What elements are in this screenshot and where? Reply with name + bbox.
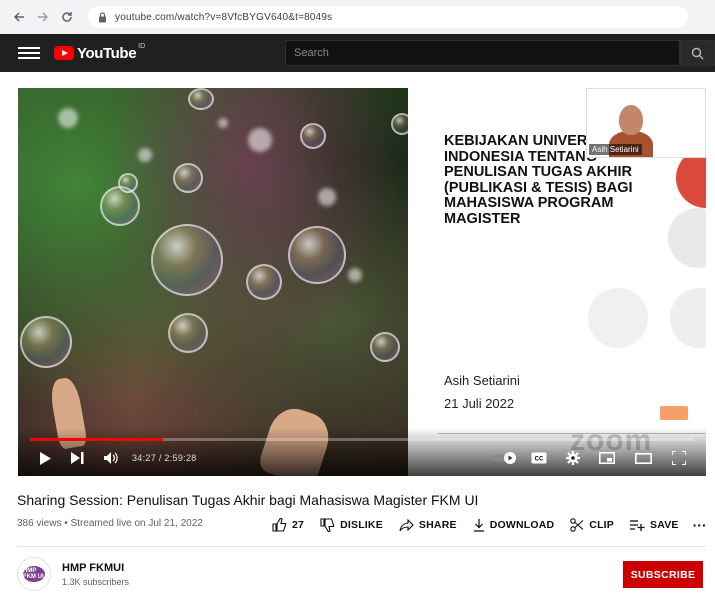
search-placeholder: Search: [294, 47, 329, 59]
progress-bar[interactable]: [30, 438, 694, 441]
channel-name[interactable]: HMP FKMUI: [62, 562, 124, 574]
video-meta: 386 views • Streamed live on Jul 21, 202…: [17, 518, 203, 529]
dislike-label: DISLIKE: [340, 519, 383, 531]
camera-name-label: Asih Setiarini: [589, 144, 642, 155]
captions-button[interactable]: CC: [530, 450, 548, 466]
playlist-add-icon: [630, 520, 645, 531]
video-actions: 27 DISLIKE SHARE DOWNLOAD CLIP SAVE ···: [272, 516, 707, 534]
captions-icon: CC: [531, 452, 547, 464]
clip-label: CLIP: [589, 519, 614, 531]
progress-fill: [30, 438, 163, 441]
slide-presenter: Asih Setiarini: [444, 373, 520, 388]
subscriber-count: 1.3K subscribers: [62, 577, 130, 587]
save-label: SAVE: [650, 519, 679, 531]
svg-text:CC: CC: [535, 457, 544, 463]
browser-toolbar: youtube.com/watch?v=8VfcBYGV640&t=8049s: [0, 0, 715, 34]
video-title: Sharing Session: Penulisan Tugas Akhir b…: [17, 492, 479, 508]
bubbles-photo: [18, 88, 413, 476]
logo-country-code: ID: [138, 42, 146, 50]
hamburger-menu-icon[interactable]: [18, 47, 40, 59]
player-controls: 34:27 / 2:59:28 CC: [18, 428, 706, 476]
search-button[interactable]: [680, 40, 715, 66]
share-label: SHARE: [418, 519, 457, 531]
time-display: 34:27 / 2:59:28: [132, 453, 197, 463]
dislike-button[interactable]: DISLIKE: [320, 518, 383, 532]
fullscreen-button[interactable]: [670, 450, 688, 466]
forward-arrow-icon[interactable]: [32, 6, 54, 28]
url-text: youtube.com/watch?v=8VfcBYGV640&t=8049s: [115, 11, 333, 23]
scissors-icon: [570, 518, 584, 532]
lock-icon: [99, 11, 106, 22]
play-icon: [40, 451, 51, 465]
reload-icon[interactable]: [56, 6, 78, 28]
save-button[interactable]: SAVE: [630, 519, 679, 531]
search-input[interactable]: Search: [285, 40, 680, 66]
miniplayer-icon: [599, 452, 615, 464]
slide-date: 21 Juli 2022: [444, 396, 515, 411]
download-icon: [473, 518, 484, 532]
slide-logo: [660, 406, 688, 420]
play-button[interactable]: [36, 450, 54, 466]
youtube-header: YouTube ID Search: [0, 34, 715, 72]
settings-button[interactable]: [564, 450, 582, 466]
share-icon: [399, 518, 414, 531]
video-player[interactable]: KEBIJAKAN UNIVERSITAS INDONESIA TENTANG …: [18, 88, 706, 476]
volume-icon: [103, 452, 118, 464]
like-count: 27: [292, 519, 305, 531]
theater-mode-button[interactable]: [634, 450, 652, 466]
volume-button[interactable]: [102, 450, 120, 466]
channel-avatar[interactable]: HMP FKM UI: [17, 557, 51, 591]
youtube-logo[interactable]: YouTube ID: [54, 42, 146, 62]
youtube-play-logo-icon: [54, 46, 74, 60]
back-arrow-icon[interactable]: [8, 6, 30, 28]
address-bar[interactable]: youtube.com/watch?v=8VfcBYGV640&t=8049s: [88, 6, 688, 28]
autoplay-toggle[interactable]: [492, 450, 518, 466]
clip-button[interactable]: CLIP: [570, 518, 614, 532]
next-button[interactable]: [68, 450, 86, 466]
miniplayer-button[interactable]: [598, 450, 616, 466]
thumbs-down-icon: [320, 518, 335, 532]
thumbs-up-icon: [272, 518, 287, 532]
share-button[interactable]: SHARE: [399, 518, 457, 532]
subscribe-button[interactable]: SUBSCRIBE: [623, 561, 703, 588]
like-button[interactable]: 27: [272, 518, 304, 532]
theater-mode-icon: [634, 452, 652, 464]
speaker-camera-view: Asih Setiarini: [586, 88, 706, 158]
download-button[interactable]: DOWNLOAD: [473, 518, 555, 532]
avatar-logo: HMP FKM UI: [23, 566, 45, 582]
more-options-icon[interactable]: ···: [693, 517, 707, 533]
next-icon: [70, 452, 83, 464]
gear-icon: [566, 451, 580, 465]
section-divider: [17, 546, 707, 547]
autoplay-toggle-icon: [492, 452, 516, 464]
download-label: DOWNLOAD: [489, 519, 555, 531]
search-icon: [691, 47, 704, 59]
logo-text: YouTube: [77, 44, 137, 62]
fullscreen-icon: [672, 451, 686, 465]
